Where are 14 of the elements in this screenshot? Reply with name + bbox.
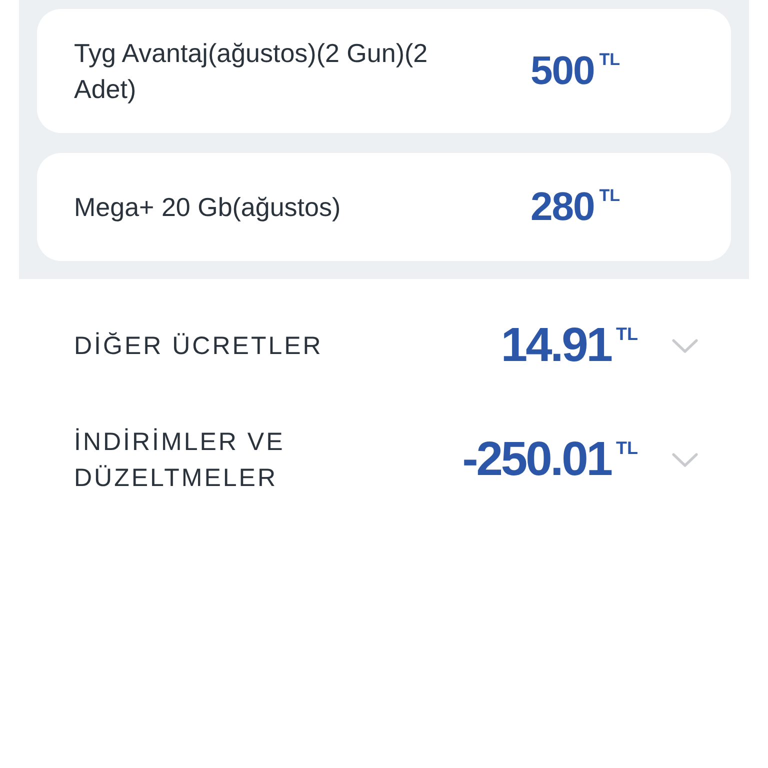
amount-text: 280: [530, 184, 594, 230]
currency-text: TL: [616, 438, 638, 458]
currency-text: TL: [616, 324, 638, 344]
currency-text: TL: [599, 50, 620, 70]
currency-text: TL: [599, 186, 620, 206]
amount-text: 14.91: [500, 320, 611, 372]
item-name: Tyg Avantaj(ağustos)(2 Gun)(2 Adet): [74, 37, 429, 106]
amount-text: 500: [530, 48, 594, 94]
item-name: Mega+ 20 Gb(ağustos): [74, 191, 342, 224]
section-title: İNDİRİMLER VE DÜZELTMELER: [74, 427, 286, 494]
chevron-down-icon[interactable]: [672, 339, 698, 353]
section-title: DİĞER ÜCRETLER: [74, 331, 324, 362]
amount-text: -250.01: [462, 434, 611, 486]
chevron-down-icon[interactable]: [672, 453, 698, 467]
